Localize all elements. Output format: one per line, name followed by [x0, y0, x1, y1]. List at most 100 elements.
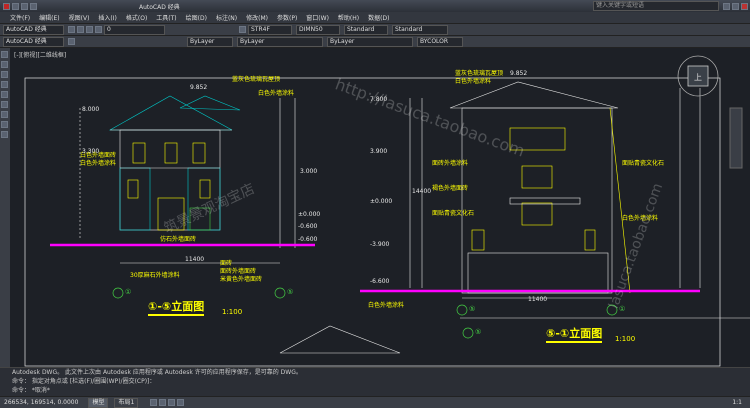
left-annot-8: 米黄色外墙面砖 — [220, 276, 263, 283]
left-upper-roof — [179, 95, 241, 111]
left-dim-total: 11400 — [185, 256, 205, 263]
grid-icon[interactable] — [159, 399, 167, 406]
left-window — [132, 142, 146, 164]
command-history-2: 命令： 指定对角点或 [栏选(F)/圈围(WP)/圈交(CP)]： — [12, 378, 156, 385]
menu-item-11[interactable]: 帮助(H) — [338, 13, 359, 22]
search-input[interactable]: 键入关键字或短语 — [593, 1, 719, 11]
spline-tool-icon[interactable] — [1, 111, 8, 118]
left-window — [192, 142, 206, 164]
polyline-tool-icon[interactable] — [1, 61, 8, 68]
minimize-icon[interactable] — [723, 2, 730, 10]
polar-icon[interactable] — [177, 399, 185, 406]
annotation-scale[interactable]: 1:1 — [732, 399, 742, 406]
dim-style-select[interactable]: DIMN50 — [296, 24, 340, 35]
left-window — [127, 179, 139, 199]
axis-bubble-5b — [456, 304, 468, 316]
save-icon[interactable] — [12, 2, 19, 10]
layer-state-icon[interactable] — [68, 38, 75, 45]
menu-item-9[interactable]: 参数(P) — [277, 13, 297, 22]
menu-item-3[interactable]: 插入(I) — [98, 13, 116, 22]
menu-item-1[interactable]: 编辑(E) — [39, 13, 59, 22]
menu-item-0[interactable]: 文件(F) — [10, 13, 30, 22]
command-history-3: 命令： *取消* — [12, 387, 50, 394]
right-dim-height: 14400 — [412, 188, 432, 195]
doc-tab[interactable]: AutoCAD 经典 — [3, 36, 64, 47]
svg-text:上: 上 — [694, 73, 702, 82]
left-annot-1: 白色外墙涂料 — [258, 90, 295, 97]
linetype-select[interactable]: ByLayer — [237, 36, 323, 47]
right-window — [471, 229, 485, 251]
tab-model[interactable]: 模型 — [88, 397, 109, 408]
axis-label-5b: ⑤ — [469, 305, 476, 313]
lineweight-select[interactable]: ByLayer — [327, 36, 413, 47]
menu-item-7[interactable]: 标注(N) — [216, 13, 237, 22]
left-brick-wing — [119, 167, 151, 231]
left-annot-3: 白色外墙涂料 — [80, 160, 117, 167]
right-dim-4: -6.600 — [370, 278, 390, 285]
layer-select[interactable]: 0 — [104, 24, 165, 35]
right-annot-7: 白色外墙涂料 — [368, 302, 405, 309]
menu-bar: 文件(F) 编辑(E) 视图(V) 插入(I) 格式(O) 工具(T) 绘图(D) 标注(N)… — [0, 12, 750, 24]
left-dim-ground: -0.600 — [298, 223, 318, 230]
drawing-canvas[interactable]: [-][俯视][二维线框] 上 ①-⑤立面图 1:100 ⑤-①立面图 1:10… — [10, 48, 750, 367]
left-scale: 1:100 — [222, 308, 243, 316]
left-dim-l1: 3.000 — [300, 168, 318, 175]
axis-label-5: ⑤ — [287, 288, 294, 296]
window-title: AutoCAD 经典 — [139, 3, 180, 11]
maximize-icon[interactable] — [732, 2, 739, 10]
color-select[interactable]: ByLayer — [187, 36, 233, 47]
right-dim-3: -3.900 — [370, 241, 390, 248]
line-tool-icon[interactable] — [1, 51, 8, 58]
snap-icon[interactable] — [150, 399, 158, 406]
undo-icon[interactable] — [21, 2, 28, 10]
left-annot-5: 30厚麻石外墙涂料 — [130, 272, 180, 279]
plotstyle-select[interactable]: BYCOLOR — [417, 36, 463, 47]
left-title: ①-⑤立面图 — [148, 298, 205, 316]
redo-icon[interactable] — [30, 2, 37, 10]
right-dim-total: 11400 — [528, 296, 548, 303]
zoom-icon[interactable] — [239, 26, 246, 33]
right-annot-5: 面贴青瓷文化石 — [622, 160, 665, 167]
right-annot-2: 面砖外墙涂料 — [432, 160, 469, 167]
axis-bubble-lower — [462, 327, 474, 339]
layer-icon[interactable] — [95, 26, 102, 33]
arc-tool-icon[interactable] — [1, 91, 8, 98]
menu-item-5[interactable]: 工具(T) — [156, 13, 176, 22]
new-icon[interactable] — [68, 26, 75, 33]
title-bar: AutoCAD 经典 键入关键字或短语 — [0, 0, 750, 12]
menu-item-6[interactable]: 绘图(D) — [186, 13, 207, 22]
text-style-select[interactable]: STR4F — [248, 24, 292, 35]
app-logo-icon[interactable] — [3, 2, 10, 10]
menu-item-10[interactable]: 窗口(W) — [306, 13, 329, 22]
close-icon[interactable] — [741, 2, 748, 10]
menu-item-8[interactable]: 修改(M) — [246, 13, 268, 22]
open-icon[interactable] — [77, 26, 84, 33]
mleader-style-select[interactable]: Standard — [392, 24, 448, 35]
right-window — [521, 202, 553, 226]
print-icon[interactable] — [86, 26, 93, 33]
menu-item-12[interactable]: 数据(D) — [368, 13, 389, 22]
right-annot-1: 白色外墙涂料 — [455, 78, 492, 85]
ortho-icon[interactable] — [168, 399, 176, 406]
right-window — [521, 165, 553, 189]
polygon-tool-icon[interactable] — [1, 71, 8, 78]
rectangle-tool-icon[interactable] — [1, 81, 8, 88]
lower-elevation — [279, 317, 750, 354]
text-tool-icon[interactable] — [1, 131, 8, 138]
right-scale: 1:100 — [615, 335, 636, 343]
right-annot-3: 褐色外墙面砖 — [432, 185, 469, 192]
toolbar-properties: AutoCAD 经典 ByLayer ByLayer ByLayer BYCOL… — [0, 36, 750, 48]
circle-tool-icon[interactable] — [1, 101, 8, 108]
menu-item-2[interactable]: 视图(V) — [69, 13, 90, 22]
viewcube: 上 — [677, 55, 719, 97]
table-style-select[interactable]: Standard — [344, 24, 388, 35]
hatch-tool-icon[interactable] — [1, 121, 8, 128]
workspace-select[interactable]: AutoCAD 经典 — [3, 24, 64, 35]
left-dim-l2: 3.300 — [82, 148, 100, 155]
left-window — [164, 142, 178, 164]
right-dim-zero: ±0.000 — [370, 198, 393, 205]
tab-layout1[interactable]: 布局1 — [114, 397, 139, 408]
menu-item-4[interactable]: 格式(O) — [126, 13, 147, 22]
command-line[interactable]: Autodesk DWG。 此文件上次由 Autodesk 应用程序或 Auto… — [0, 367, 750, 397]
command-history-1: Autodesk DWG。 此文件上次由 Autodesk 应用程序或 Auto… — [12, 369, 302, 376]
